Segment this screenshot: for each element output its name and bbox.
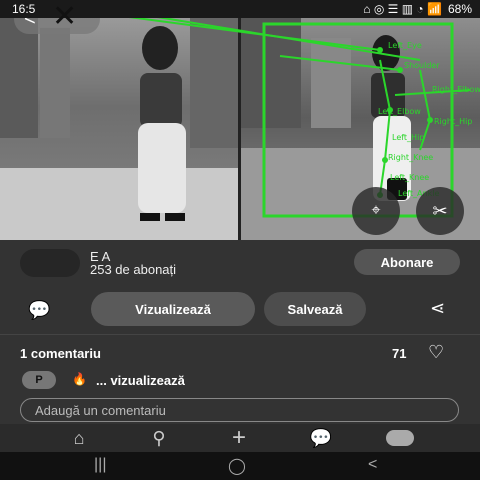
home-icon[interactable]: ⌂ <box>64 428 94 448</box>
system-icons: ⌂ ◎ ☰ ▥ ◔ 📶 <box>363 2 442 16</box>
divider <box>0 334 480 335</box>
commenter-avatar[interactable]: P <box>22 371 56 389</box>
recents-icon[interactable]: ||| <box>94 456 106 474</box>
follower-count: 253 de abonați <box>90 262 177 277</box>
system-nav: ||| ◯ < <box>0 452 480 480</box>
creator-row: E A 253 de abonați Abonare <box>0 240 480 288</box>
home-circle-icon[interactable]: ◯ <box>228 456 246 476</box>
comment-input[interactable]: Adaugă un comentariu <box>20 398 459 422</box>
status-time: 16:5 <box>12 2 36 16</box>
visit-button[interactable]: Vizualizează <box>91 292 255 326</box>
search-icon[interactable]: ⚲ <box>144 428 174 448</box>
messages-icon[interactable]: 💬 <box>306 428 336 448</box>
comment-icon[interactable]: 💬 <box>28 300 50 321</box>
like-count: 71 <box>392 346 407 361</box>
lens-icon: ⌖ <box>371 202 381 219</box>
plus-icon[interactable]: + <box>224 424 254 451</box>
battery-level: 68% <box>447 2 472 16</box>
profile-avatar[interactable] <box>386 430 414 446</box>
comment-text: ... vizualizează <box>96 373 185 388</box>
status-icons: ⌂ ◎ ☰ ▥ ◔ 📶 68% <box>363 2 472 16</box>
heart-icon[interactable]: ♡ <box>428 342 444 363</box>
share-icon[interactable]: ⋖ <box>430 298 445 319</box>
save-button[interactable]: Salvează <box>264 292 366 326</box>
person-photo-left <box>0 18 238 240</box>
pin-image-area[interactable] <box>0 18 480 240</box>
comments-title[interactable]: 1 comentariu <box>20 346 101 361</box>
comment-item[interactable]: P 🔥 ... vizualizează <box>0 368 480 392</box>
visual-search-button[interactable]: ⌖ <box>352 187 400 235</box>
follow-button[interactable]: Abonare <box>354 249 460 275</box>
creator-avatar[interactable] <box>20 249 80 277</box>
cutout-button[interactable]: ✂ <box>416 187 464 235</box>
action-row: 💬 Vizualizează Salvează ⋖ <box>0 290 480 330</box>
back-arrow-icon[interactable]: < <box>368 456 377 474</box>
scissors-icon: ✂ <box>432 200 448 221</box>
bottom-nav: ⌂ ⚲ + 💬 <box>0 424 480 452</box>
fire-icon: 🔥 <box>72 372 87 386</box>
close-icon[interactable]: ✕ <box>52 2 77 32</box>
pin-image-left[interactable] <box>0 18 238 240</box>
